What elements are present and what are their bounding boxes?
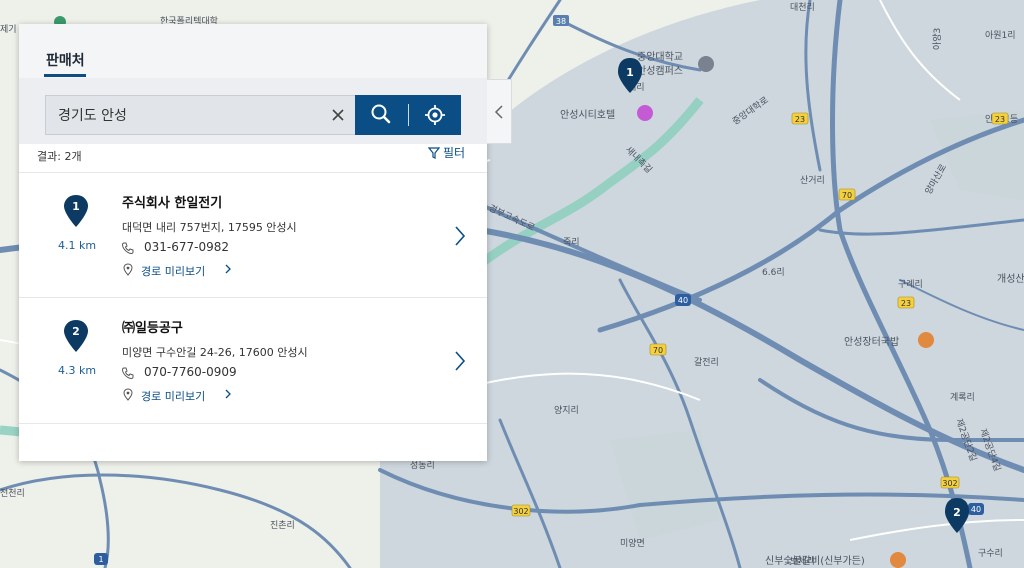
- crosshair-icon: [425, 105, 445, 125]
- chevron-left-icon: [494, 105, 503, 119]
- svg-text:40: 40: [678, 296, 688, 305]
- map-label: 미양면: [620, 538, 645, 549]
- search-button[interactable]: [355, 95, 408, 135]
- phone-icon: [122, 242, 134, 254]
- location-pin-icon: [123, 263, 133, 276]
- school-poi-icon[interactable]: [698, 56, 714, 72]
- result-item[interactable]: 1 4.1 km 주식회사 한일전기 대덕면 내리 757번지, 17595 안…: [19, 173, 487, 298]
- phone-icon: [122, 367, 134, 379]
- map-label: 아원1리: [985, 30, 1016, 41]
- map-label: 개성산: [997, 273, 1024, 285]
- result-count: 결과: 2개: [37, 150, 82, 163]
- result-pin-icon: 1: [64, 195, 88, 227]
- restaurant-poi-icon[interactable]: [890, 552, 906, 568]
- filter-label: 필터: [443, 146, 466, 160]
- seller-panel: 판매처 결과: [19, 24, 487, 461]
- result-name: ㈜일등공구: [122, 321, 183, 336]
- map-marker-label: 1: [626, 66, 634, 79]
- route-shield: 302: [940, 476, 960, 489]
- map-label: 제기: [0, 24, 17, 35]
- chevron-right-icon[interactable]: [454, 225, 466, 247]
- route-shield: 1: [94, 553, 108, 565]
- svg-text:23: 23: [795, 115, 805, 124]
- route-shield: 40: [675, 294, 691, 306]
- map-label: 중앙대학교: [637, 51, 683, 63]
- filter-button[interactable]: 필터: [428, 144, 465, 161]
- tab-seller[interactable]: 판매처: [46, 50, 85, 70]
- chevron-right-icon[interactable]: [454, 350, 466, 372]
- route-shield: 23: [791, 112, 809, 125]
- locate-me-button[interactable]: [409, 95, 461, 135]
- result-address: 대덕면 내리 757번지, 17595 안성시: [122, 221, 297, 234]
- svg-text:302: 302: [942, 479, 957, 488]
- map-label: 성동리: [410, 460, 435, 471]
- map-label: 안성시티호텔: [560, 109, 615, 121]
- search-button-group: [355, 95, 461, 135]
- svg-text:38: 38: [556, 17, 566, 26]
- map-label: 갈전리: [694, 357, 719, 368]
- route-shield: 70: [838, 188, 856, 201]
- result-phone[interactable]: 031-677-0982: [144, 240, 229, 254]
- map-label: 아양3: [932, 28, 943, 50]
- map-label: 대천리: [790, 2, 815, 13]
- map-label: 진촌리: [270, 520, 295, 531]
- map-label: 전천리: [0, 488, 25, 499]
- result-name: 주식회사 한일전기: [122, 196, 223, 211]
- route-preview-link[interactable]: 경로 미리보기: [141, 388, 205, 404]
- svg-text:70: 70: [842, 191, 852, 200]
- result-distance: 4.1 km: [57, 239, 97, 252]
- result-phone[interactable]: 070-7760-0909: [144, 365, 237, 379]
- result-distance: 4.3 km: [57, 364, 97, 377]
- route-shield: 38: [553, 15, 569, 26]
- svg-text:1: 1: [72, 200, 80, 213]
- search-icon: [371, 104, 391, 124]
- route-shield: 70: [649, 343, 667, 356]
- clear-icon[interactable]: [329, 106, 347, 124]
- location-pin-icon: [123, 388, 133, 401]
- svg-text:23: 23: [901, 299, 911, 308]
- search-box[interactable]: [45, 95, 356, 135]
- map-label: 양지리: [554, 405, 579, 416]
- map-label: 신부숯불갈비(신부가든): [765, 554, 865, 567]
- map-label: 죽리: [563, 237, 580, 248]
- search-area: [19, 78, 487, 144]
- route-preview-link[interactable]: 경로 미리보기: [141, 263, 205, 279]
- result-item[interactable]: 2 4.3 km ㈜일등공구 미양면 구수안길 24-26, 17600 안성시…: [19, 298, 487, 423]
- chevron-right-icon: [225, 389, 231, 399]
- search-input[interactable]: [58, 96, 318, 134]
- chevron-right-icon: [225, 264, 231, 274]
- route-shield: 40: [968, 503, 984, 515]
- map-label: 6.6리: [762, 267, 785, 278]
- result-address: 미양면 구수안길 24-26, 17600 안성시: [122, 346, 308, 359]
- map-label: 안성캠퍼스: [637, 65, 683, 77]
- map-label: 안성장터국밥: [844, 336, 899, 348]
- route-shield: 23: [991, 112, 1009, 125]
- route-shield: 302: [511, 504, 531, 517]
- tab-active-indicator: [44, 74, 86, 77]
- svg-text:1: 1: [98, 555, 103, 564]
- map-label: 산거리: [800, 175, 825, 186]
- svg-text:302: 302: [513, 507, 528, 516]
- panel-tabbar: 판매처: [19, 24, 487, 78]
- map-marker-label: 2: [953, 506, 961, 519]
- map-label: 구수리: [978, 548, 1003, 559]
- map-label: 구례리: [898, 279, 923, 290]
- route-shield: 23: [897, 296, 915, 309]
- svg-text:23: 23: [995, 115, 1005, 124]
- divider: [19, 423, 487, 424]
- svg-text:40: 40: [971, 505, 981, 514]
- hotel-poi-icon[interactable]: [637, 105, 653, 121]
- restaurant-poi-icon[interactable]: [918, 332, 934, 348]
- svg-text:2: 2: [72, 325, 80, 338]
- svg-text:70: 70: [653, 346, 663, 355]
- collapse-panel-button[interactable]: [487, 79, 512, 144]
- map-label: 계록리: [950, 391, 975, 403]
- result-pin-icon: 2: [64, 320, 88, 352]
- filter-icon: [428, 146, 440, 159]
